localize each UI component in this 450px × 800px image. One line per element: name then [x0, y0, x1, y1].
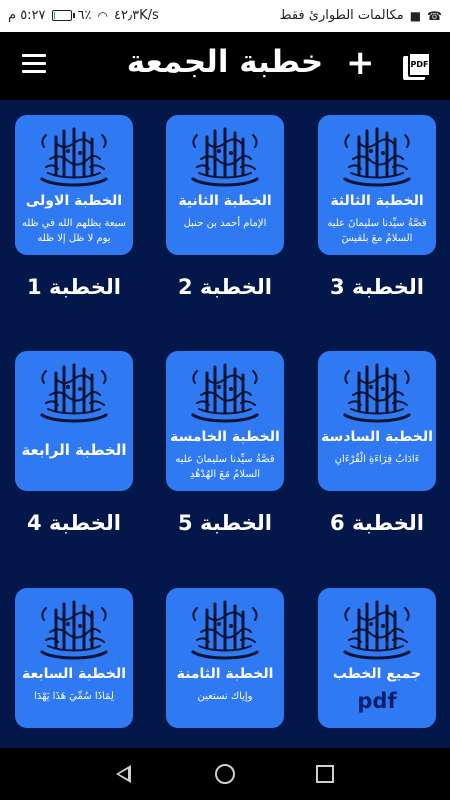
card-title: الخطبة الرابعة	[21, 441, 127, 459]
sermon-card[interactable]: الخطبة الاولى سبعة يظلهم الله في ظله يوم…	[15, 115, 133, 255]
quran-emblem-icon	[40, 600, 108, 660]
card-subtitle: لِمَاذَا سُمِّيَ هَذَا يَهْدَا	[34, 691, 114, 702]
sermon-card[interactable]: الخطبة الثالثة قصَّةُ سيِّدنا سليمانَ عل…	[318, 115, 436, 255]
pdf-icon-label: PDF	[408, 52, 431, 77]
sermon-grid: الخطبة الاولى سبعة يظلهم الله في ظله يوم…	[0, 100, 450, 748]
card-subtitle: وإياك نستعين	[197, 691, 253, 702]
battery-percent: ٦٪	[77, 8, 92, 23]
quran-emblem-icon	[343, 363, 411, 423]
card-subtitle: الإمام أحمد بن حنبل	[183, 218, 267, 229]
card-caption: الخطبة 4	[27, 511, 121, 535]
sermon-card[interactable]: الخطبة الثانية الإمام أحمد بن حنبل	[166, 115, 284, 255]
sermon-card[interactable]: الخطبة الخامسة قصَّةُ سيِّدنا سليمانَ عل…	[166, 351, 284, 491]
bag-icon: ■	[409, 8, 422, 23]
quran-emblem-icon	[191, 600, 259, 660]
status-right: ☎ ■ مكالمات الطوارئ فقط	[280, 8, 443, 23]
sermon-card[interactable]: الخطبة السادسة ءَادَابُ قِرَاءَةِ الْقُر…	[318, 351, 436, 491]
card-caption: الخطبة 1	[27, 275, 121, 299]
time-text: ٥:٢٧ م	[8, 8, 46, 23]
all-sermons-card[interactable]: جميع الخطب pdf	[318, 588, 436, 728]
recent-apps-icon[interactable]	[316, 765, 334, 783]
sermon-card[interactable]: الخطبة الرابعة	[15, 351, 133, 491]
carrier-text: مكالمات الطوارئ فقط	[279, 8, 404, 23]
add-button[interactable]: +	[346, 46, 375, 80]
quran-emblem-icon	[40, 127, 108, 187]
quran-emblem-icon	[343, 127, 411, 187]
card-title: الخطبة الخامسة	[170, 429, 280, 445]
sermon-card[interactable]: الخطبة السابعة لِمَاذَا سُمِّيَ هَذَا يَ…	[15, 588, 133, 728]
card-caption: الخطبة 6	[330, 511, 424, 535]
card-caption: الخطبة 5	[178, 511, 272, 535]
status-left: ٥:٢٧ م ٦٪ ◠ ٤٢٫٣K/s	[8, 8, 159, 23]
status-bar: ٥:٢٧ م ٦٪ ◠ ٤٢٫٣K/s ☎ ■ مكالمات الطوارئ …	[0, 0, 450, 32]
pdf-button[interactable]: PDF	[403, 52, 431, 80]
navigation-bar	[0, 748, 450, 800]
app-bar: خطبة الجمعة + PDF	[0, 32, 450, 100]
card-title: الخطبة الاولى	[25, 193, 123, 209]
card-subtitle: ءَادَابُ قِرَاءَةِ الْقُرْءَانِ	[334, 454, 420, 465]
card-title: الخطبة الثانية	[178, 193, 272, 209]
card-title: الخطبة السادسة	[321, 429, 433, 445]
card-title: الخطبة السابعة	[21, 666, 127, 682]
card-caption: الخطبة 3	[330, 275, 424, 299]
back-icon[interactable]	[116, 765, 131, 783]
card-caption: الخطبة 2	[178, 275, 272, 299]
sermon-card[interactable]: الخطبة الثامنة وإياك نستعين	[166, 588, 284, 728]
card-subtitle: قصَّةُ سيِّدنا سليمانَ عليه السلامُ مَعَ…	[175, 454, 275, 480]
card-title: الخطبة الثالثة	[330, 193, 424, 209]
quran-emblem-icon	[191, 363, 259, 423]
wifi-icon: ◠	[97, 8, 108, 23]
battery-icon	[51, 10, 75, 21]
quran-emblem-icon	[40, 363, 108, 423]
page-title: خطبة الجمعة	[126, 44, 324, 80]
card-subtitle: سبعة يظلهم الله في ظله يوم لا ظل إلا ظله	[21, 218, 127, 244]
network-speed: ٤٢٫٣K/s	[113, 8, 159, 23]
pdf-label: pdf	[357, 689, 397, 713]
card-subtitle: قصَّةُ سيِّدنا سليمانَ عليه السلامُ معَ …	[327, 218, 427, 244]
phone-icon: ☎	[427, 8, 442, 23]
card-title: جميع الخطب	[332, 666, 422, 682]
quran-emblem-icon	[343, 600, 411, 660]
home-icon[interactable]	[215, 764, 235, 784]
quran-emblem-icon	[191, 127, 259, 187]
card-title: الخطبة الثامنة	[176, 666, 274, 682]
